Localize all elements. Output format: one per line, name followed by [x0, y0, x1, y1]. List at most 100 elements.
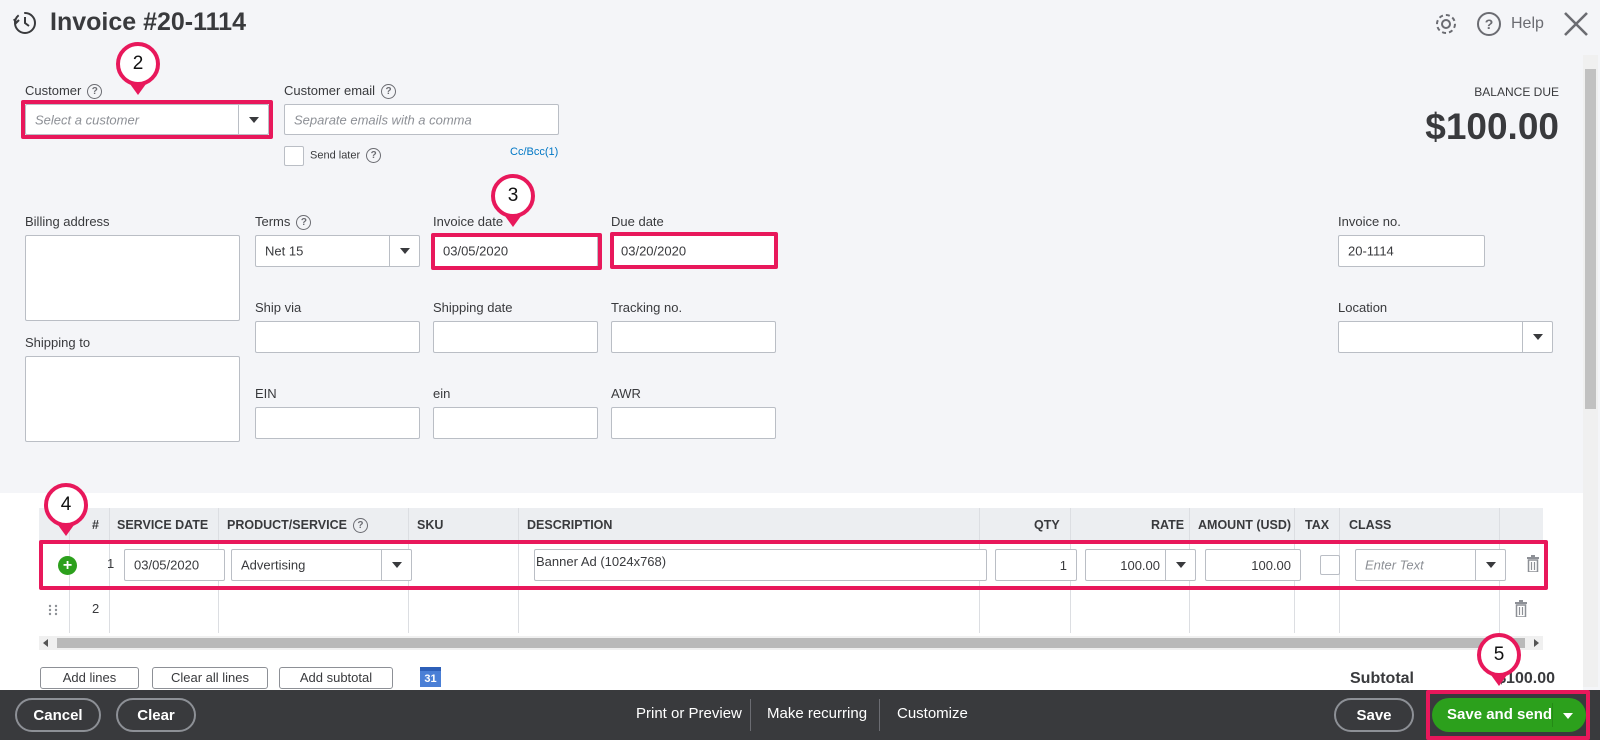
location-dropdown-arrow[interactable]	[1522, 322, 1552, 352]
row-qty-value: 1	[1059, 558, 1067, 573]
col-header-product-service: PRODUCT/SERVICE?	[227, 508, 368, 542]
shipping-date-input[interactable]	[433, 321, 598, 353]
col-header-description: DESCRIPTION	[527, 518, 613, 532]
tracking-no-input[interactable]	[611, 321, 776, 353]
tracking-no-label: Tracking no.	[611, 300, 683, 315]
page-title: Invoice #20-1114	[50, 8, 246, 36]
table-scrollbar-thumb[interactable]	[57, 638, 1525, 648]
subtotal-label: Subtotal	[1350, 670, 1414, 687]
balance-due-label: BALANCE DUE	[1474, 85, 1559, 99]
terms-dropdown-arrow[interactable]	[389, 236, 419, 266]
invoice-no-input[interactable]: 20-1114	[1338, 235, 1485, 267]
save-and-send-dropdown-arrow[interactable]	[1563, 713, 1573, 719]
col-header-tax: TAX	[1305, 518, 1330, 532]
row-rate-dropdown-arrow[interactable]	[1165, 550, 1195, 580]
balance-due-amount: $100.00	[1425, 106, 1559, 147]
location-select[interactable]	[1338, 321, 1553, 353]
make-recurring-link[interactable]: Make recurring	[767, 690, 867, 740]
shipping-date-label: Shipping date	[433, 300, 513, 315]
col-header-amount: AMOUNT (USD)	[1198, 518, 1292, 532]
scroll-left-arrow-icon[interactable]	[43, 639, 48, 647]
ein-lower-label: ein	[433, 386, 451, 401]
row-product-dropdown-arrow[interactable]	[381, 550, 411, 580]
ship-via-label: Ship via	[255, 300, 302, 315]
row-description-input[interactable]: Banner Ad (1024x768)	[534, 549, 987, 581]
col-header-num: #	[92, 518, 99, 532]
send-later-checkbox[interactable]	[284, 146, 304, 166]
settings-gear-icon[interactable]	[1433, 11, 1459, 37]
table-horizontal-scrollbar[interactable]	[39, 636, 1543, 650]
send-later-help-icon[interactable]: ?	[366, 148, 382, 163]
row-class-dropdown-arrow[interactable]	[1475, 550, 1505, 580]
save-button[interactable]: Save	[1334, 698, 1414, 732]
customer-placeholder: Select a customer	[35, 112, 140, 127]
recent-transactions-icon[interactable]	[12, 10, 38, 36]
add-lines-button[interactable]: Add lines	[40, 667, 139, 689]
print-preview-link[interactable]: Print or Preview	[636, 690, 742, 740]
save-and-send-button[interactable]: Save and send	[1432, 698, 1586, 732]
row-class-placeholder: Enter Text	[1365, 557, 1424, 573]
ein-label: EIN	[255, 386, 277, 401]
shipping-to-label: Shipping to	[25, 335, 91, 350]
row-amount-input[interactable]: 100.00	[1205, 549, 1301, 581]
invoice-no-value: 20-1114	[1348, 243, 1394, 259]
customer-select[interactable]: Select a customer	[25, 104, 269, 135]
cancel-button[interactable]: Cancel	[15, 698, 101, 732]
invoice-date-label: Invoice date	[433, 214, 504, 229]
col-header-class: CLASS	[1349, 518, 1392, 532]
terms-help-icon[interactable]: ?	[296, 215, 312, 231]
customer-label: Customer?	[25, 83, 103, 100]
customize-link[interactable]: Customize	[897, 690, 968, 740]
add-subtotal-button[interactable]: Add subtotal	[279, 667, 393, 689]
calendar-icon[interactable]: 31	[420, 667, 441, 687]
add-line-plus-icon[interactable]: +	[58, 556, 77, 575]
billing-address-textarea[interactable]	[25, 235, 240, 321]
help-icon: ?	[1477, 12, 1501, 36]
callout-2: 2	[116, 42, 160, 86]
location-label: Location	[1338, 300, 1388, 315]
due-date-input[interactable]: 03/20/2020	[611, 235, 776, 267]
close-icon[interactable]	[1562, 10, 1590, 38]
row-tax-checkbox[interactable]	[1320, 555, 1340, 575]
ein-input[interactable]	[255, 407, 420, 439]
customer-help-icon[interactable]: ?	[87, 84, 103, 100]
row-drag-handle-icon[interactable]	[48, 604, 58, 616]
invoice-date-input[interactable]: 03/05/2020	[433, 235, 598, 267]
row-class-select[interactable]: Enter Text	[1355, 549, 1506, 581]
invoice-date-value: 03/05/2020	[443, 243, 509, 259]
line-items-table: # SERVICE DATE PRODUCT/SERVICE? SKU DESC…	[39, 508, 1543, 633]
help-label: Help	[1511, 15, 1544, 32]
row-rate-input[interactable]: 100.00	[1085, 549, 1196, 581]
row-product-select[interactable]: Advertising	[231, 549, 412, 581]
customer-email-input[interactable]: Separate emails with a comma	[284, 104, 559, 135]
ein-lower-input[interactable]	[433, 407, 598, 439]
table-row: 2	[39, 589, 1543, 633]
due-date-value: 03/20/2020	[621, 243, 687, 259]
scroll-right-arrow-icon[interactable]	[1534, 639, 1539, 647]
clear-all-lines-button[interactable]: Clear all lines	[152, 667, 268, 689]
customer-dropdown-arrow[interactable]	[238, 105, 268, 134]
row-delete-trash-icon[interactable]	[1527, 555, 1539, 573]
awr-input[interactable]	[611, 407, 776, 439]
clear-button[interactable]: Clear	[116, 698, 196, 732]
page-scrollbar-thumb[interactable]	[1585, 69, 1596, 409]
shipping-to-textarea[interactable]	[25, 356, 240, 442]
row-delete-trash-icon[interactable]	[1515, 600, 1527, 618]
send-later-label: Send later?	[310, 148, 382, 163]
row-description-value: Banner Ad (1024x768)	[536, 554, 667, 569]
customer-email-help-icon[interactable]: ?	[381, 84, 397, 100]
row-qty-input[interactable]: 1	[995, 549, 1077, 581]
callout-5: 5	[1477, 633, 1521, 677]
help-button[interactable]: ? Help	[1477, 11, 1544, 37]
product-service-help-icon[interactable]: ?	[352, 518, 368, 534]
table-header-row: # SERVICE DATE PRODUCT/SERVICE? SKU DESC…	[39, 508, 1543, 542]
ship-via-input[interactable]	[255, 321, 420, 353]
col-header-sku: SKU	[417, 518, 444, 532]
page-scrollbar[interactable]	[1583, 55, 1598, 687]
awr-label: AWR	[611, 386, 641, 401]
cc-bcc-link[interactable]: Cc/Bcc(1)	[510, 146, 558, 158]
terms-select[interactable]: Net 15	[255, 235, 420, 267]
row-service-date-input[interactable]: 03/05/2020	[124, 549, 225, 581]
row-product-value: Advertising	[241, 557, 306, 573]
footer-bar: Cancel Clear Print or Preview Make recur…	[0, 690, 1600, 740]
